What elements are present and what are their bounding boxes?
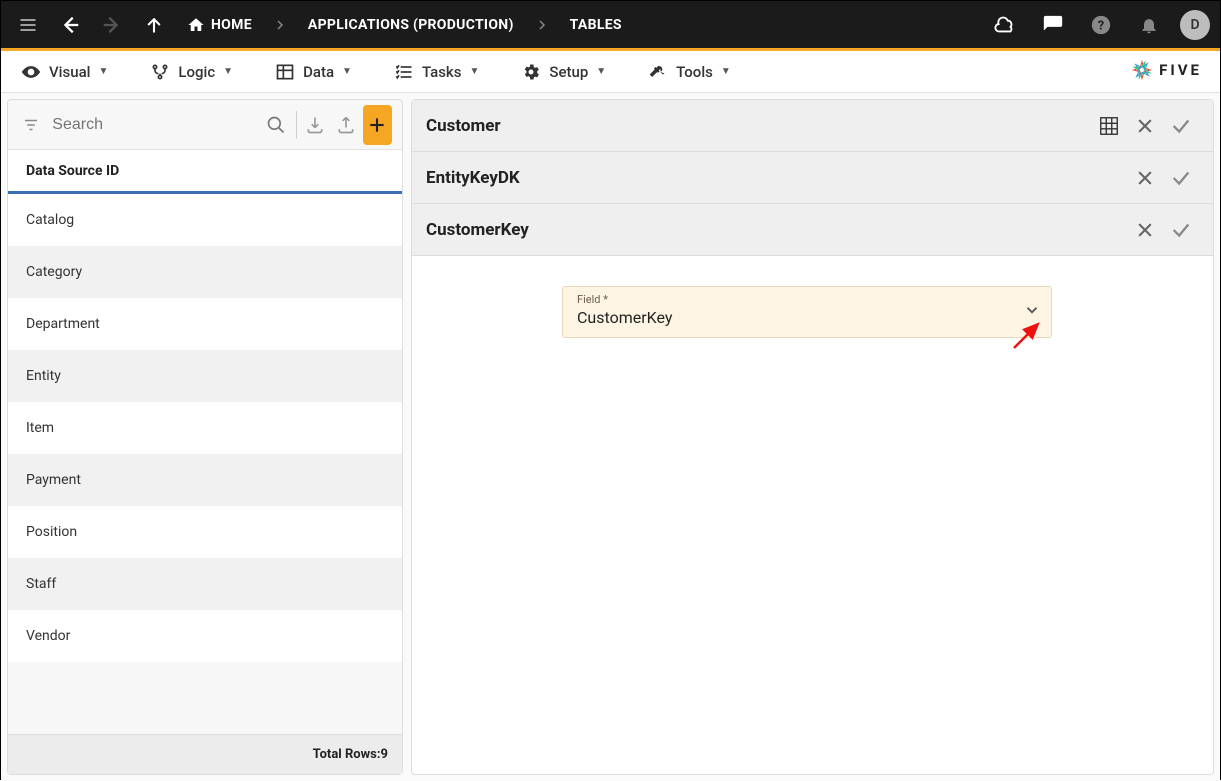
menu-tools[interactable]: Tools ▼ [648, 62, 731, 82]
list-item[interactable]: Category [8, 246, 402, 298]
chevron-down-icon: ▼ [596, 66, 606, 77]
column-header-label: Data Source ID [26, 163, 119, 179]
topbar: HOME APPLICATIONS (PRODUCTION) TABLES ? … [1, 1, 1220, 51]
breadcrumb-applications-label: APPLICATIONS (PRODUCTION) [308, 17, 514, 33]
detail-crumb-entitykeydk: EntityKeyDK [412, 152, 1213, 204]
form-area: Field * CustomerKey [412, 256, 1213, 774]
data-source-list: Catalog Category Department Entity Item … [8, 194, 402, 734]
list-item-label: Department [26, 316, 100, 332]
detail-crumb-title: Customer [426, 116, 1091, 136]
list-item[interactable]: Vendor [8, 610, 402, 662]
grid-icon[interactable] [1091, 108, 1127, 144]
chevron-right-icon [530, 19, 554, 31]
list-item[interactable]: Staff [8, 558, 402, 610]
detail-crumb-title: CustomerKey [426, 220, 1127, 240]
total-rows: Total Rows: 9 [8, 734, 402, 774]
breadcrumb-tables[interactable]: TABLES [562, 17, 630, 33]
logo-text: FIVE [1159, 61, 1202, 79]
list-item-label: Category [26, 264, 82, 280]
close-icon[interactable] [1127, 160, 1163, 196]
list-item-label: Entity [26, 368, 61, 384]
divider [296, 111, 297, 139]
breadcrumb-tables-label: TABLES [570, 17, 622, 33]
detail-crumb-title: EntityKeyDK [426, 168, 1127, 188]
field-value: CustomerKey [577, 308, 1007, 327]
avatar-initial: D [1190, 17, 1199, 33]
chevron-down-icon: ▼ [469, 66, 479, 77]
chevron-right-icon [268, 19, 292, 31]
list-item-label: Item [26, 420, 54, 436]
chevron-down-icon: ▼ [721, 66, 731, 77]
list-item[interactable]: Position [8, 506, 402, 558]
menu-logic-label: Logic [178, 63, 215, 81]
list-item[interactable]: Department [8, 298, 402, 350]
add-button[interactable] [363, 105, 392, 145]
list-item-label: Catalog [26, 212, 74, 228]
field-dropdown[interactable]: Field * CustomerKey [562, 286, 1052, 338]
menu-data[interactable]: Data ▼ [275, 62, 352, 82]
hamburger-icon[interactable] [11, 8, 45, 42]
cloud-icon[interactable] [988, 8, 1022, 42]
list-item[interactable]: Entity [8, 350, 402, 402]
svg-text:?: ? [1098, 18, 1104, 33]
search-input[interactable] [48, 116, 259, 134]
menu-tools-label: Tools [676, 63, 713, 81]
column-header[interactable]: Data Source ID [8, 150, 402, 194]
left-panel: Data Source ID Catalog Category Departme… [7, 99, 403, 775]
total-rows-value: 9 [381, 747, 388, 762]
menu-visual-label: Visual [49, 63, 90, 81]
search-icon[interactable] [263, 107, 289, 143]
check-icon[interactable] [1163, 108, 1199, 144]
field-label: Field * [577, 293, 1007, 306]
main: Data Source ID Catalog Category Departme… [1, 93, 1220, 781]
detail-crumb-customer: Customer [412, 100, 1213, 152]
check-icon[interactable] [1163, 160, 1199, 196]
menu-tasks[interactable]: Tasks ▼ [394, 62, 479, 82]
logo: FIVE [1131, 59, 1202, 81]
menu-setup[interactable]: Setup ▼ [521, 62, 606, 82]
bell-icon[interactable] [1132, 8, 1166, 42]
forward-arrow-icon [95, 8, 129, 42]
list-item-label: Vendor [26, 628, 70, 644]
menu-logic[interactable]: Logic ▼ [150, 62, 233, 82]
right-panel: Customer EntityKeyDK CustomerKey [411, 99, 1214, 775]
chevron-down-icon: ▼ [98, 66, 108, 77]
menu-visual[interactable]: Visual ▼ [21, 62, 108, 82]
total-rows-label: Total Rows: [313, 747, 381, 762]
list-item-label: Staff [26, 576, 56, 592]
chevron-down-icon [1023, 301, 1041, 319]
search-row [8, 100, 402, 150]
list-item-label: Position [26, 524, 77, 540]
list-item[interactable]: Payment [8, 454, 402, 506]
list-item[interactable]: Item [8, 402, 402, 454]
menu-setup-label: Setup [549, 63, 588, 81]
check-icon[interactable] [1163, 212, 1199, 248]
menu-data-label: Data [303, 63, 334, 81]
menu-tasks-label: Tasks [422, 63, 462, 81]
up-arrow-icon[interactable] [137, 8, 171, 42]
detail-crumb-customerkey: CustomerKey [412, 204, 1213, 256]
avatar[interactable]: D [1180, 10, 1210, 40]
back-arrow-icon[interactable] [53, 8, 87, 42]
breadcrumb-applications[interactable]: APPLICATIONS (PRODUCTION) [300, 17, 522, 33]
breadcrumb-home-label: HOME [211, 17, 252, 33]
chevron-down-icon: ▼ [342, 66, 352, 77]
chevron-down-icon: ▼ [223, 66, 233, 77]
filter-icon[interactable] [18, 107, 44, 143]
import-icon[interactable] [302, 107, 328, 143]
breadcrumb-home[interactable]: HOME [179, 16, 260, 34]
export-icon[interactable] [333, 107, 359, 143]
chat-icon[interactable] [1036, 8, 1070, 42]
help-icon[interactable]: ? [1084, 8, 1118, 42]
menubar: Visual ▼ Logic ▼ Data ▼ Tasks ▼ Setup ▼ Tools… [1, 51, 1220, 93]
list-item-label: Payment [26, 472, 81, 488]
close-icon[interactable] [1127, 212, 1163, 248]
list-item[interactable]: Catalog [8, 194, 402, 246]
close-icon[interactable] [1127, 108, 1163, 144]
